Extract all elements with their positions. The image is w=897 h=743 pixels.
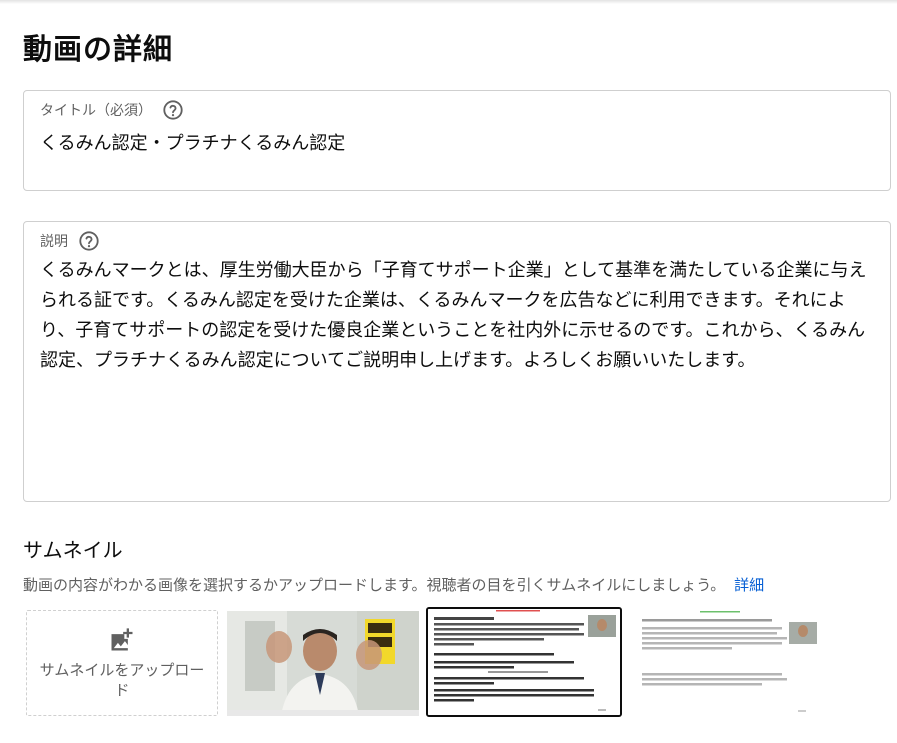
description-label-row: 説明	[40, 230, 100, 252]
thumbnail-option-2[interactable]	[426, 607, 622, 717]
title-label-row: タイトル（必須）	[40, 99, 184, 121]
thumbnail-slide-image	[428, 609, 620, 715]
thumbnail-description: 動画の内容がわかる画像を選択するかアップロードします。視聴者の目を引くサムネイル…	[23, 574, 764, 595]
thumbnail-option-1[interactable]	[227, 611, 419, 716]
thumbnail-presenter-image	[227, 611, 419, 716]
title-label: タイトル（必須）	[40, 103, 152, 119]
thumbnail-slide-image	[630, 611, 820, 716]
title-input[interactable]: くるみん認定・プラチナくるみん認定	[40, 129, 345, 155]
top-shadow	[0, 0, 897, 4]
title-field[interactable]: タイトル（必須） くるみん認定・プラチナくるみん認定	[23, 90, 891, 191]
add-photo-icon	[111, 628, 133, 651]
help-circle-icon[interactable]	[162, 99, 184, 121]
help-circle-icon[interactable]	[78, 230, 100, 252]
description-input[interactable]: くるみんマークとは、厚生労働大臣から「子育てサポート企業」として基準を満たしてい…	[40, 256, 870, 376]
page-title: 動画の詳細	[23, 32, 174, 66]
thumbnail-option-3[interactable]	[630, 611, 820, 716]
upload-thumbnail-button[interactable]: サムネイルをアップロード	[26, 610, 218, 716]
description-field[interactable]: 説明 くるみんマークとは、厚生労働大臣から「子育てサポート企業」として基準を満た…	[23, 221, 891, 502]
learn-more-link[interactable]: 詳細	[734, 576, 764, 594]
thumbnail-description-text: 動画の内容がわかる画像を選択するかアップロードします。視聴者の目を引くサムネイル…	[23, 576, 726, 594]
description-label: 説明	[40, 234, 68, 250]
upload-thumbnail-label: サムネイルをアップロード	[39, 661, 205, 699]
thumbnail-heading: サムネイル	[23, 538, 123, 562]
